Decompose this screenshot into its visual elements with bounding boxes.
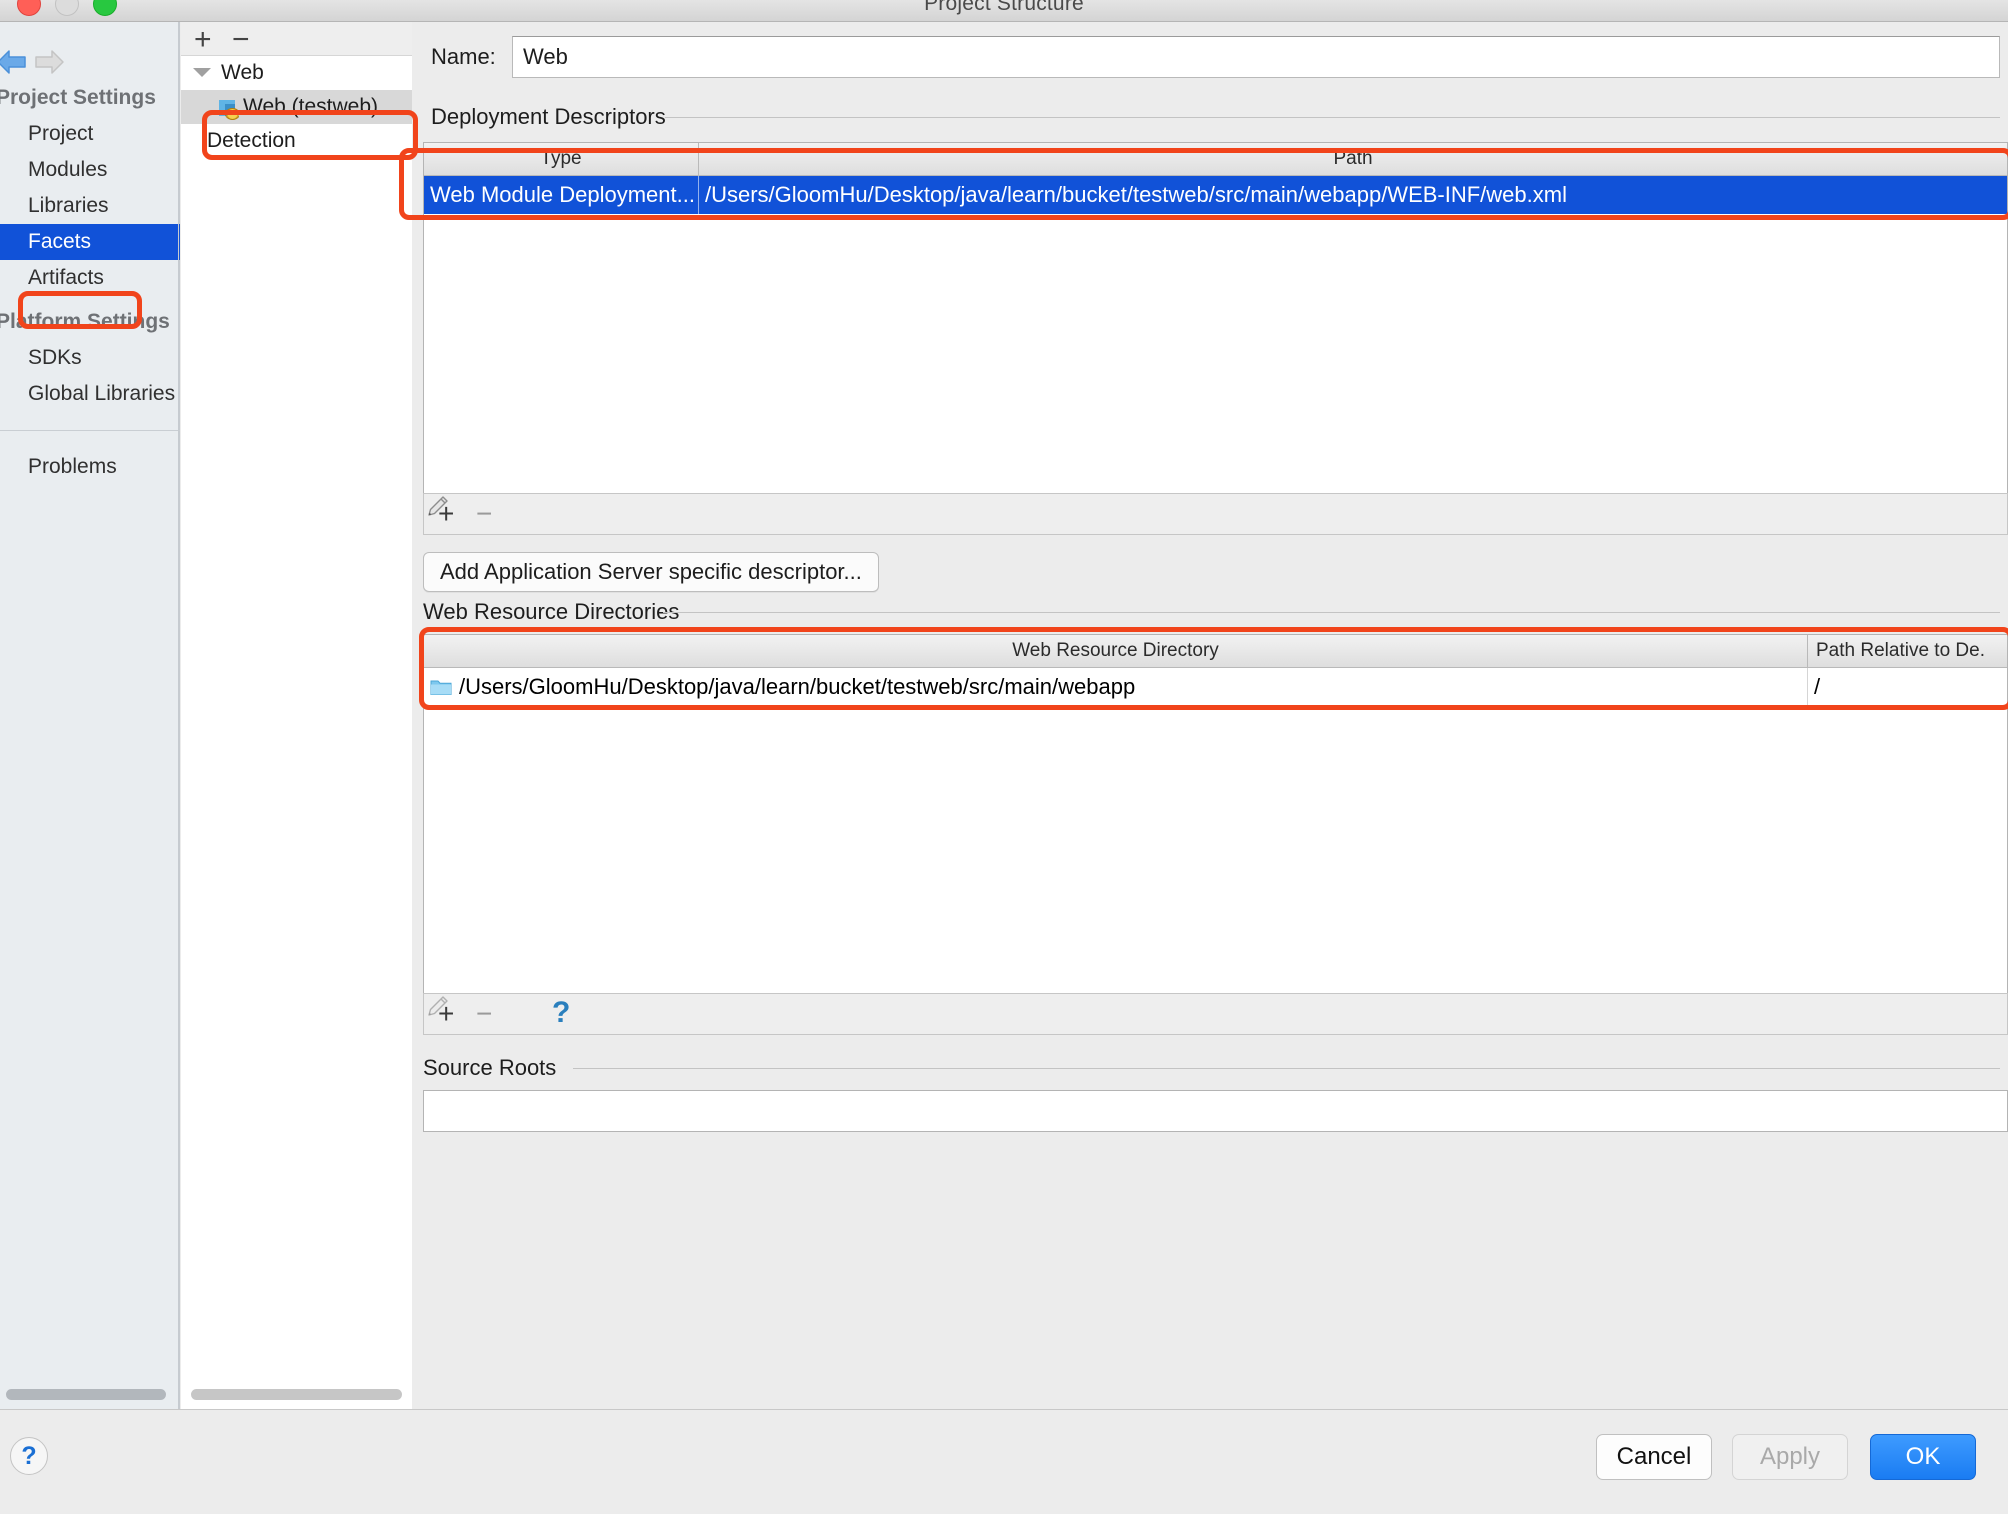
cell-web-resource-directory: /Users/GloomHu/Desktop/java/learn/bucket… [424,668,1807,706]
add-descriptor-icon[interactable]: + [438,498,454,530]
tree-node-web-testweb[interactable]: Web (testweb) [181,90,412,124]
web-facet-icon [219,97,240,120]
help-button[interactable]: ? [10,1437,48,1475]
table-header-row: Type Path [424,143,2007,176]
cell-path: /Users/GloomHu/Desktop/java/learn/bucket… [698,176,2007,214]
add-facet-button[interactable]: + [194,25,212,55]
sidebar-divider [0,430,180,431]
forward-arrow-icon[interactable] [32,48,66,76]
remove-descriptor-icon[interactable]: − [476,498,492,530]
facet-name-label: Name: [431,44,496,69]
web-resource-directories-table[interactable]: Web Resource Directory Path Relative to … [423,634,2008,994]
facets-tree-body: Web Web (testweb) Detection [181,56,412,1410]
sidebar-item-global-libraries[interactable]: Global Libraries [0,376,180,412]
sidebar-item-sdks[interactable]: SDKs [0,340,180,376]
column-header-path-relative[interactable]: Path Relative to De. [1807,635,2007,667]
window-title: Project Structure [924,0,1084,15]
deployment-descriptors-table[interactable]: Type Path Web Module Deployment... /User… [423,142,2008,494]
sidebar-horizontal-scrollbar[interactable] [6,1389,166,1400]
help-icon[interactable]: ? [552,997,570,1029]
tree-node-label: Web [221,61,264,84]
deployment-descriptors-rule [665,117,2000,118]
web-resource-directories-title: Web Resource Directories [423,599,680,624]
tree-node-label: Web (testweb) [243,95,378,118]
dialog-footer: ? Cancel Apply OK [0,1409,2008,1514]
web-resource-directories-toolbar: + − ? [423,993,2008,1035]
tree-node-web-group[interactable]: Web [181,56,412,90]
web-resource-directories-rule [663,612,2000,613]
sidebar-item-label: Project [28,122,94,145]
add-web-resource-icon[interactable]: + [438,998,454,1030]
tree-horizontal-scrollbar[interactable] [191,1389,402,1400]
source-roots-table[interactable] [423,1090,2008,1132]
facets-tree-toolbar: + − [181,22,412,56]
column-header-path[interactable]: Path [698,143,2007,175]
sidebar-item-facets[interactable]: Facets [0,224,180,260]
sidebar-item-artifacts[interactable]: Artifacts [0,260,180,296]
sidebar-item-label: Facets [28,230,92,253]
window-titlebar: Project Structure [0,0,2008,22]
deployment-descriptors-title: Deployment Descriptors [431,104,666,129]
sidebar-item-label: Modules [28,158,108,181]
deployment-descriptors-toolbar: + − [423,493,2008,535]
sidebar-item-label: Problems [28,455,117,478]
cell-text: /Users/GloomHu/Desktop/java/learn/bucket… [459,674,1136,699]
cell-type: Web Module Deployment... [430,182,695,207]
sidebar-item-label: Libraries [28,194,109,217]
cell-path-relative: / [1807,668,2007,706]
cancel-button[interactable]: Cancel [1596,1434,1712,1480]
back-arrow-icon[interactable] [0,48,29,76]
source-roots-rule [573,1068,2000,1069]
table-row[interactable]: Web Module Deployment... /Users/GloomHu/… [424,176,2007,214]
settings-sidebar: Project Settings Project Modules Librari… [0,22,180,1410]
sidebar-group-platform-settings: Platform Settings [0,310,170,333]
folder-icon [430,670,452,695]
sidebar-item-label: Global Libraries [28,382,176,405]
table-header-row: Web Resource Directory Path Relative to … [424,635,2007,668]
remove-facet-button[interactable]: − [232,25,250,55]
chevron-down-icon[interactable] [193,68,211,77]
apply-button[interactable]: Apply [1732,1434,1848,1480]
facet-detail-panel: Name: Deployment Descriptors Type Path W… [413,22,2008,1410]
tree-node-label: Detection [207,129,296,152]
facets-tree-panel: + − Web Web (testweb) Detection [181,22,412,1410]
sidebar-item-problems[interactable]: Problems [0,449,180,485]
sidebar-right-divider [178,22,179,1410]
facet-name-input[interactable] [512,36,2000,78]
table-row[interactable]: /Users/GloomHu/Desktop/java/learn/bucket… [424,668,2007,706]
source-roots-title: Source Roots [423,1055,557,1080]
remove-web-resource-icon[interactable]: − [476,998,492,1030]
ok-button[interactable]: OK [1870,1434,1976,1480]
tree-node-detection[interactable]: Detection [181,124,412,158]
facet-name-row: Name: [413,36,2008,80]
sidebar-item-project[interactable]: Project [0,116,180,152]
add-app-server-descriptor-button[interactable]: Add Application Server specific descript… [423,552,879,592]
project-structure-dialog: Project Structure Project Settings Proje… [0,0,2008,1514]
sidebar-item-modules[interactable]: Modules [0,152,180,188]
column-header-type[interactable]: Type [424,143,698,175]
sidebar-nav-list: Project Settings Project Modules Librari… [0,80,180,485]
sidebar-item-libraries[interactable]: Libraries [0,188,180,224]
column-header-web-resource-directory[interactable]: Web Resource Directory [424,635,1807,667]
sidebar-item-label: SDKs [28,346,82,369]
sidebar-group-project-settings: Project Settings [0,86,156,109]
sidebar-item-label: Artifacts [28,266,104,289]
